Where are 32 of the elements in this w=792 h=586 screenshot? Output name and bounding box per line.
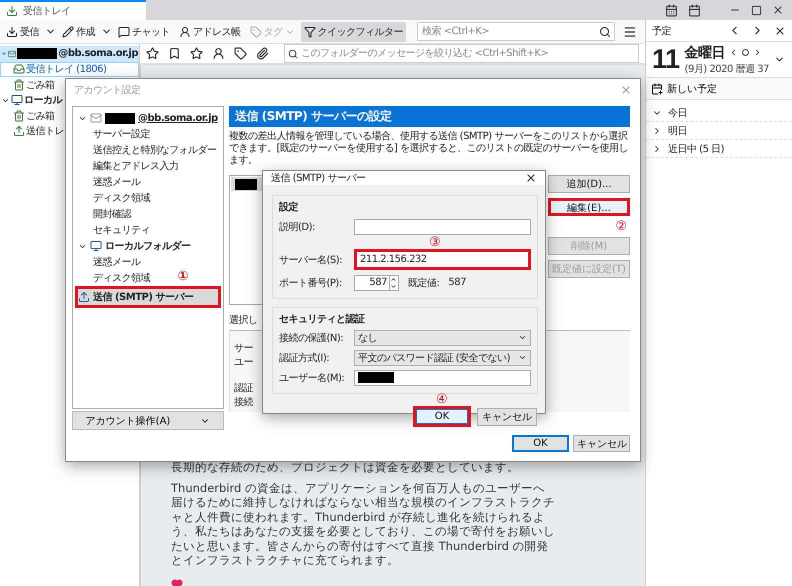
panel-description: 複数の差出人情報を管理している場合、使用する送信 (SMTP) サーバーをこのリストから選択できます。[既定のサーバーを使用する] を選択すると、このリストの既定のサーバーを使用します。 <box>229 131 629 167</box>
group-title: セキュリティと認証 <box>279 312 366 326</box>
field-label: ポート番号(P): <box>279 276 343 290</box>
section-label: 今日 <box>668 106 687 120</box>
body-paragraph: Thunderbird の資金は、アプリケーションを何百万人ものユーザーへ届けるために維持しなければならない相当な規模のインフラストラクチャと人件費に使われます。Thunderbird が存続し進化を続けられるよう、私たちはあなたの支援を必要としており、この場で寄付をお願いしたいと思います。皆さんからの寄付はすべて直接 Thunderbird の開発とインフラストラクチャに充てられます。 <box>171 480 556 568</box>
field-label: ユーザー名(M): <box>279 372 346 384</box>
dialog-title: 送信 (SMTP) サーバー <box>271 172 366 185</box>
section-label: 近日中 (5 日) <box>668 142 724 156</box>
group-title: 設定 <box>279 200 299 214</box>
day-number: 11 <box>652 44 680 75</box>
field-label: 認証方式(I): <box>279 352 330 364</box>
details-text: ユー <box>234 356 253 367</box>
weekday: 金曜日 <box>684 44 726 62</box>
section-label: 明日 <box>668 124 687 138</box>
callout-number: ③ <box>429 236 440 249</box>
details-text: 接続 <box>234 396 253 407</box>
body-paragraph: 長期的な存続のため、プロジェクトは資金を必要としています。 <box>171 460 520 474</box>
field-label: 接続の保護(N): <box>279 332 344 344</box>
date-subline: (9月) 2020 暦週 37 <box>684 62 769 76</box>
panel-title: 送信 (SMTP) サーバーの設定 <box>229 106 630 127</box>
field-label: サーバー名(S): <box>279 254 344 266</box>
default-port-label: 既定値: <box>408 276 440 290</box>
default-port-value: 587 <box>448 277 466 288</box>
dialog-title: アカウント設定 <box>74 84 140 97</box>
callout-number: ② <box>615 220 627 233</box>
agenda-title: 予定 <box>652 24 672 38</box>
callout-number: ④ <box>436 393 448 406</box>
details-text: サー <box>234 342 253 353</box>
details-label: 選択し <box>229 314 258 327</box>
details-text: 認証 <box>234 382 253 393</box>
field-label: 説明(D): <box>279 220 316 234</box>
callout-number: ① <box>177 270 188 283</box>
